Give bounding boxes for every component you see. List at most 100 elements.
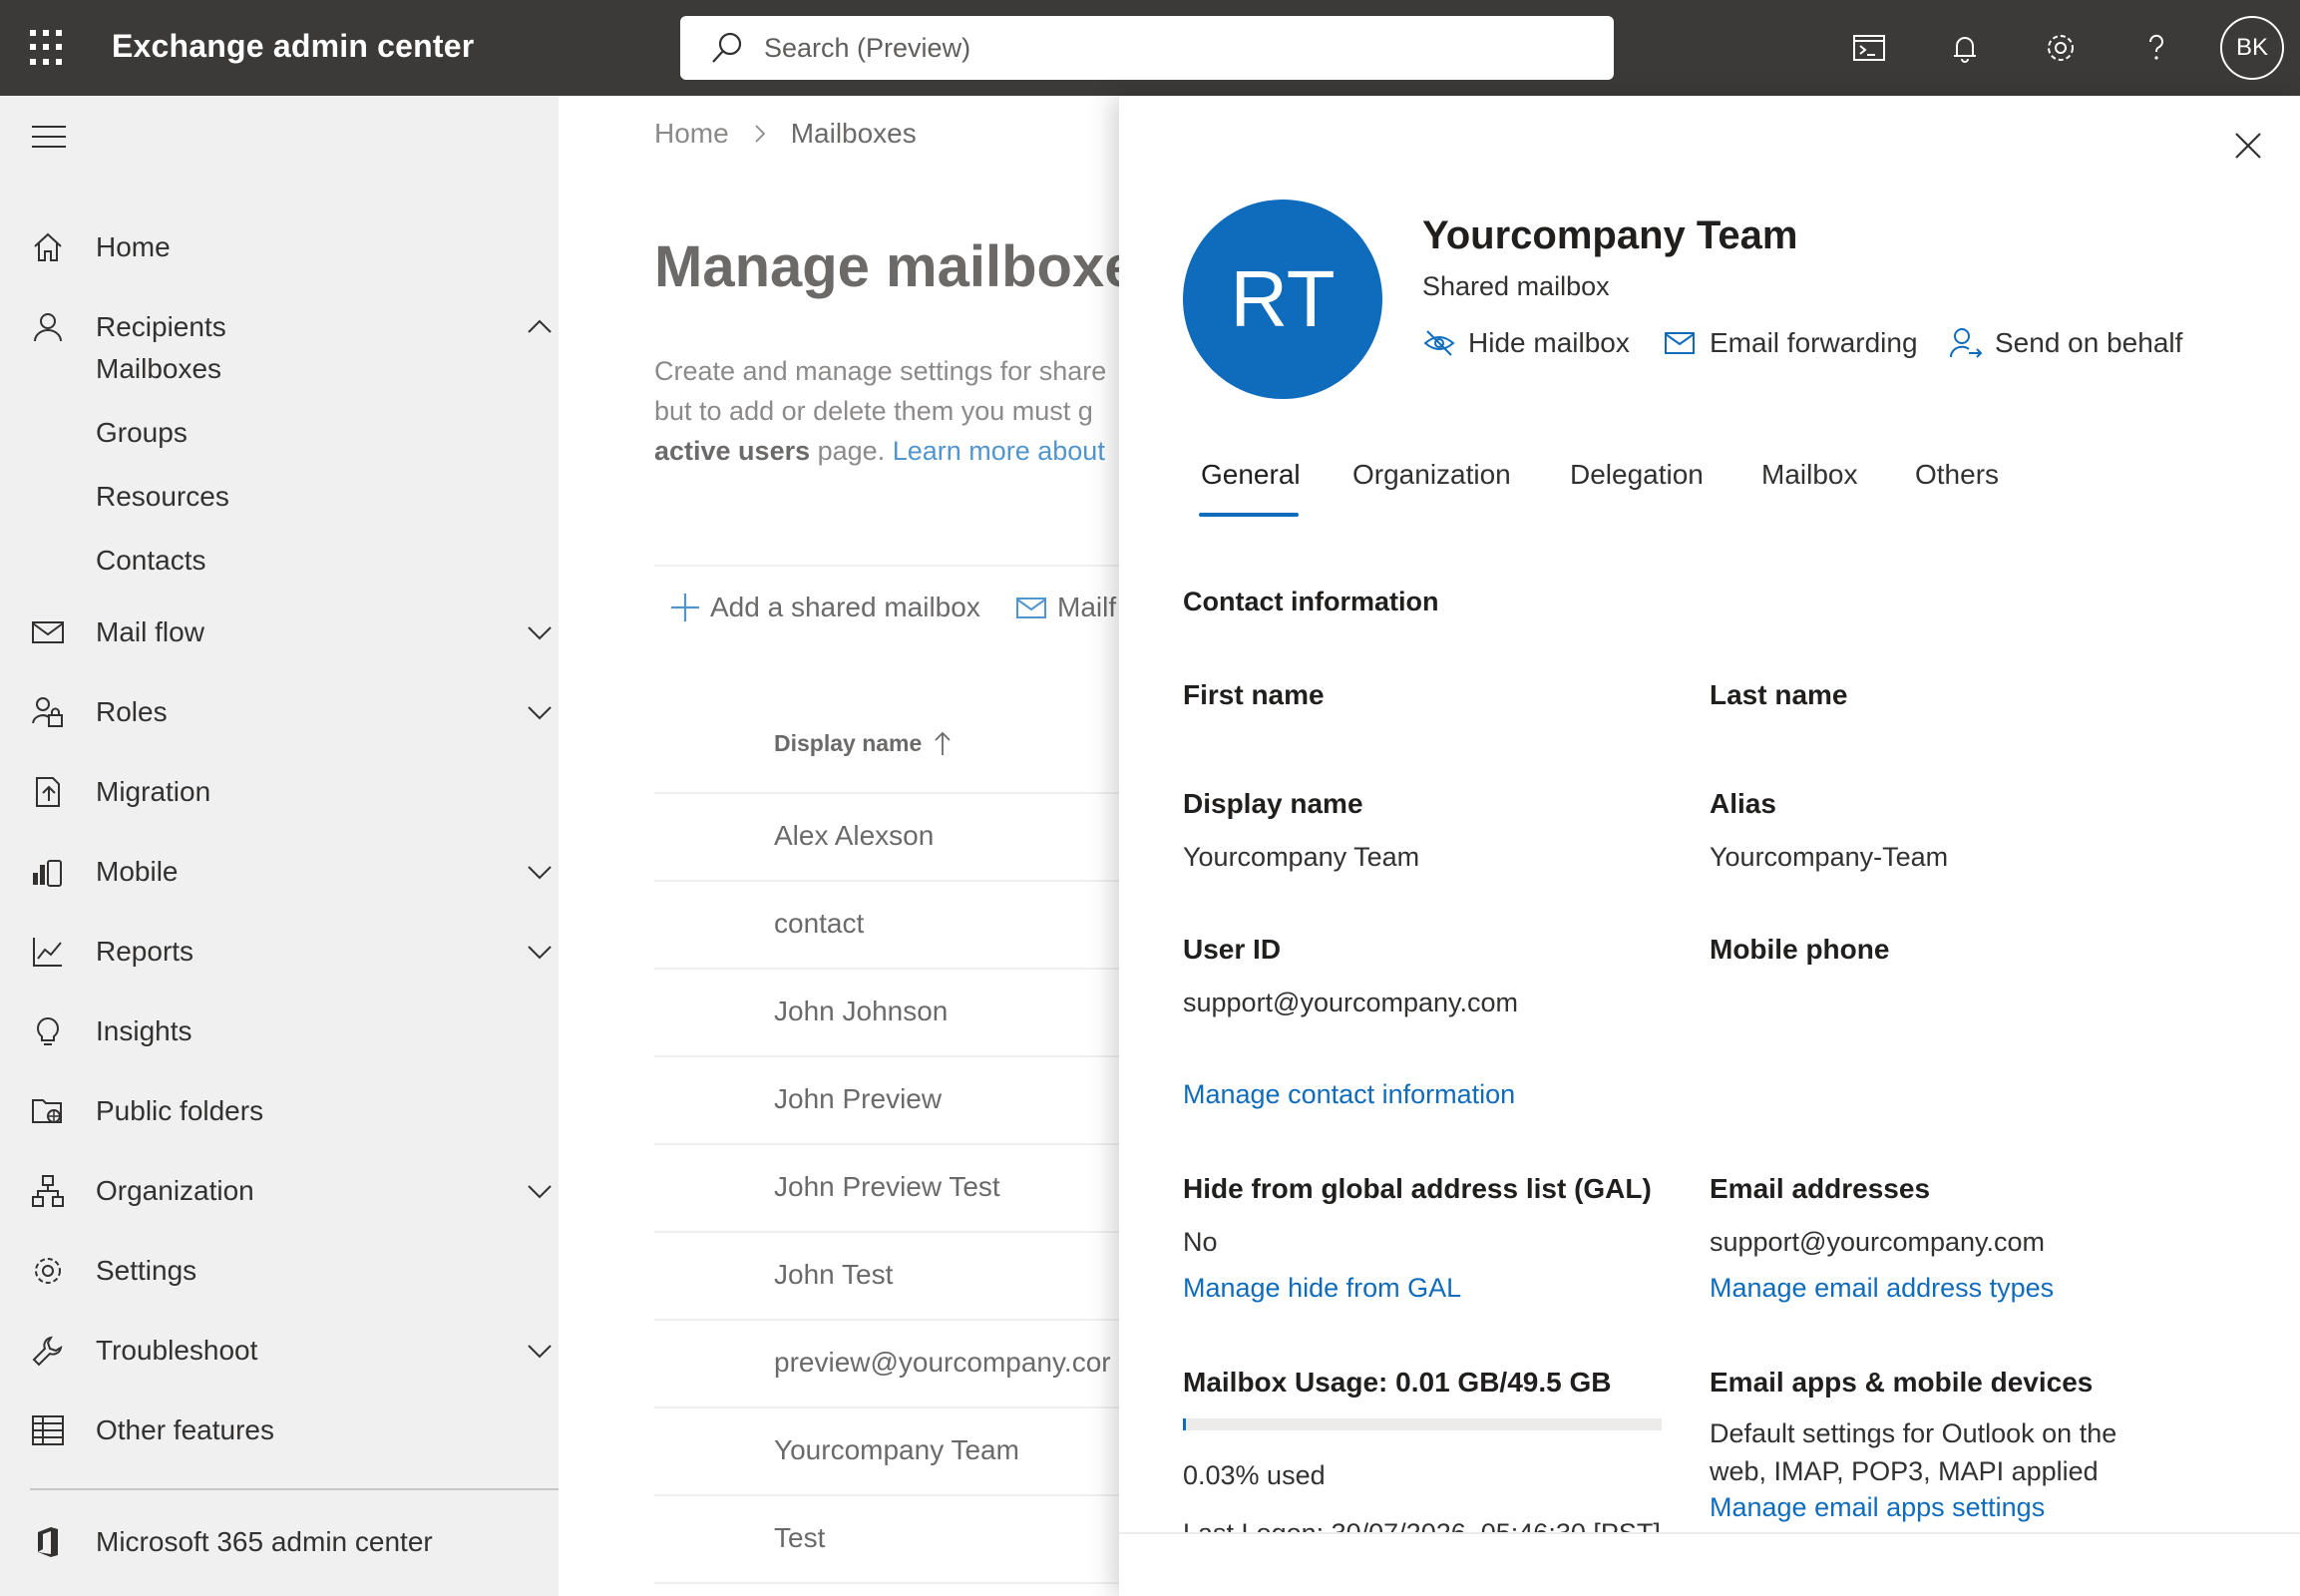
action-label: Send on behalf (1995, 327, 2183, 358)
manage-email-apps-settings-link[interactable]: Manage email apps settings (1710, 1492, 2045, 1523)
tab-delegation[interactable]: Delegation (1570, 459, 1704, 491)
tab-others[interactable]: Others (1915, 459, 1999, 491)
cloud-shell-icon[interactable] (1849, 28, 1889, 68)
active-tab-indicator (1199, 513, 1299, 517)
chevron-down-icon[interactable] (525, 697, 555, 727)
chevron-down-icon[interactable] (525, 937, 555, 967)
nav-recipients[interactable]: Recipients (0, 297, 559, 357)
nav-label: Home (96, 231, 171, 262)
sidebar: Home Recipients Mailboxes Groups Resourc… (0, 96, 559, 1596)
chevron-down-icon[interactable] (525, 617, 555, 647)
action-label: Email forwarding (1710, 327, 1918, 358)
tab-organization[interactable]: Organization (1352, 459, 1511, 491)
search-icon (712, 32, 742, 63)
app-title[interactable]: Exchange admin center (112, 28, 474, 65)
nav-m365-admin-center[interactable]: Microsoft 365 admin center (0, 1512, 559, 1572)
sidebar-divider (30, 1488, 559, 1490)
manage-contact-information-link[interactable]: Manage contact information (1183, 1079, 1515, 1110)
folder-icon (30, 1093, 66, 1129)
chart-icon (30, 934, 66, 970)
mobile-icon (30, 854, 66, 890)
email-forwarding-button[interactable]: Email forwarding (1664, 323, 1918, 363)
chevron-down-icon[interactable] (525, 1336, 555, 1366)
nav-public-folders[interactable]: Public folders (0, 1081, 559, 1141)
alias-value: Yourcompany-Team (1710, 842, 1949, 872)
email-addresses-value: support@yourcompany.com (1710, 1227, 2046, 1257)
nav-reports[interactable]: Reports (0, 922, 559, 982)
email-apps-line: Default settings for Outlook on the (1710, 1418, 2117, 1448)
nav-insights[interactable]: Insights (0, 1001, 559, 1061)
nav-home[interactable]: Home (0, 217, 559, 277)
hide-from-gal-value: No (1183, 1227, 1218, 1257)
sidebar-item-contacts[interactable]: Contacts (96, 545, 206, 577)
tab-mailbox[interactable]: Mailbox (1761, 459, 1857, 491)
mailbox-usage-label: Mailbox Usage: 0.01 GB/49.5 GB (1183, 1367, 1612, 1397)
hide-mailbox-button[interactable]: Hide mailbox (1422, 323, 1630, 363)
roles-icon (30, 694, 66, 730)
mobile-phone-label: Mobile phone (1710, 934, 1890, 965)
nav-label: Settings (96, 1255, 197, 1286)
bell-icon[interactable] (1945, 28, 1985, 68)
gear-icon[interactable] (2041, 28, 2081, 68)
app-launcher-icon[interactable] (30, 30, 66, 66)
menu-icon[interactable] (32, 126, 66, 150)
email-apps-line: web, IMAP, POP3, MAPI applied (1710, 1456, 2099, 1486)
first-name-label: First name (1183, 679, 1325, 710)
send-on-behalf-button[interactable]: Send on behalf (1949, 323, 2182, 363)
chevron-down-icon[interactable] (525, 857, 555, 887)
mailbox-details-panel: RT Yourcompany Team Shared mailbox Hide … (1119, 96, 2300, 1596)
alias-label: Alias (1710, 788, 1776, 819)
nav-label: Recipients (96, 311, 226, 342)
office-icon (30, 1524, 66, 1560)
nav-mail-flow[interactable]: Mail flow (0, 602, 559, 662)
nav-label: Other features (96, 1414, 274, 1445)
tab-general[interactable]: General (1201, 459, 1301, 491)
sidebar-item-groups[interactable]: Groups (96, 417, 188, 449)
mailbox-name: Yourcompany Team (1422, 213, 1798, 257)
gear-icon (30, 1253, 66, 1289)
chevron-up-icon[interactable] (525, 312, 555, 342)
sidebar-item-resources[interactable]: Resources (96, 481, 229, 513)
mailbox-avatar: RT (1183, 200, 1382, 399)
home-icon (30, 229, 66, 265)
person-icon (30, 309, 66, 345)
user-id-label: User ID (1183, 934, 1282, 965)
mailbox-usage-fill (1183, 1418, 1186, 1430)
last-name-label: Last name (1710, 679, 1848, 710)
lightbulb-icon (30, 1013, 66, 1049)
nav-other-features[interactable]: Other features (0, 1400, 559, 1460)
nav-label: Insights (96, 1015, 192, 1046)
nav-settings[interactable]: Settings (0, 1241, 559, 1301)
action-label: Hide mailbox (1468, 327, 1630, 358)
nav-organization[interactable]: Organization (0, 1161, 559, 1221)
email-apps-description: Default settings for Outlook on the web,… (1710, 1414, 2116, 1490)
section-title: Contact information (1183, 587, 1439, 616)
help-icon[interactable] (2136, 28, 2176, 68)
nav-migration[interactable]: Migration (0, 762, 559, 822)
search-box[interactable] (680, 16, 1614, 80)
nav-roles[interactable]: Roles (0, 682, 559, 742)
mail-forward-icon (1665, 332, 1695, 354)
search-input[interactable] (764, 32, 1582, 64)
eye-hide-icon (1423, 330, 1455, 356)
chevron-down-icon[interactable] (525, 1176, 555, 1206)
manage-email-address-types-link[interactable]: Manage email address types (1710, 1273, 2054, 1304)
nav-label: Roles (96, 696, 168, 727)
grid-icon (30, 1412, 66, 1448)
manage-hide-from-gal-link[interactable]: Manage hide from GAL (1183, 1273, 1461, 1304)
nav-label: Migration (96, 776, 211, 807)
mailbox-usage-bar (1183, 1418, 1662, 1430)
nav-troubleshoot[interactable]: Troubleshoot (0, 1321, 559, 1381)
nav-label: Troubleshoot (96, 1335, 258, 1366)
close-icon[interactable] (2228, 126, 2268, 166)
mailbox-type: Shared mailbox (1422, 271, 1610, 301)
nav-label: Microsoft 365 admin center (96, 1526, 433, 1557)
wrench-icon (30, 1333, 66, 1369)
top-bar: Exchange admin center BK (0, 0, 2300, 96)
nav-mobile[interactable]: Mobile (0, 842, 559, 902)
person-send-icon (1949, 328, 1983, 358)
nav-label: Reports (96, 936, 194, 967)
nav-label: Organization (96, 1175, 254, 1206)
user-avatar[interactable]: BK (2220, 16, 2284, 80)
sidebar-item-mailboxes[interactable]: Mailboxes (96, 353, 221, 385)
